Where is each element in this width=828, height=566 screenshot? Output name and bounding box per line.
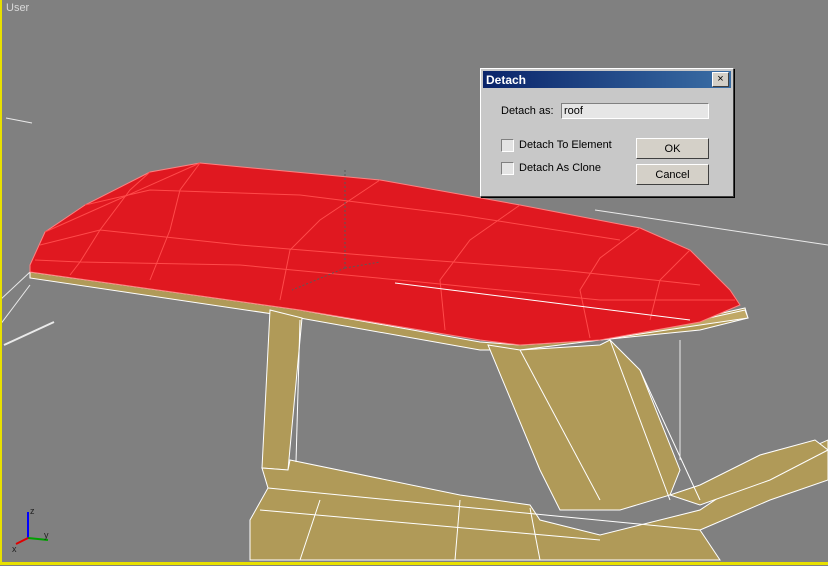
- detach-dialog: Detach × Detach as: Detach To Element De…: [480, 68, 734, 197]
- detach-as-clone-checkbox[interactable]: [501, 162, 514, 175]
- dialog-titlebar[interactable]: Detach ×: [483, 71, 731, 88]
- axis-tripod: z y x: [12, 506, 49, 554]
- dialog-title: Detach: [486, 73, 527, 87]
- axis-y-label: y: [44, 530, 49, 540]
- viewport[interactable]: User z y x Detach × Detach as: roof Deta…: [0, 0, 828, 566]
- axis-z-label: z: [30, 506, 35, 516]
- cancel-button[interactable]: Cancel: [636, 164, 709, 185]
- detach-to-element-checkbox[interactable]: [501, 139, 514, 152]
- axis-x-label: x: [12, 544, 17, 554]
- ok-button[interactable]: OK: [636, 138, 709, 159]
- detach-as-clone-label[interactable]: Detach As Clone: [519, 162, 601, 174]
- close-icon[interactable]: ×: [712, 72, 729, 87]
- detach-as-label: Detach as:: [501, 105, 554, 117]
- detach-to-element-label[interactable]: Detach To Element: [519, 139, 612, 151]
- detach-as-input[interactable]: [561, 103, 709, 119]
